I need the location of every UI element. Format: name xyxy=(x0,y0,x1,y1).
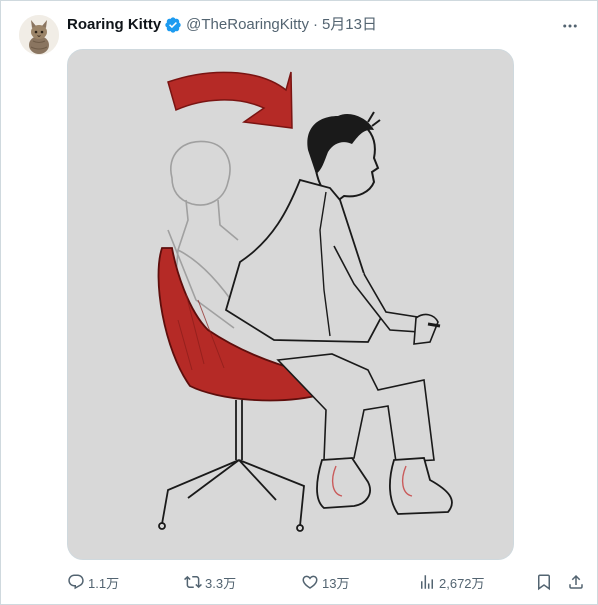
heart-icon xyxy=(302,575,318,589)
tweet-media-image[interactable] xyxy=(67,49,514,560)
author-handle[interactable]: @TheRoaringKitty xyxy=(186,15,309,35)
reply-count: 1.1万 xyxy=(88,575,120,591)
tweet-header: Roaring Kitty @TheRoaringKitty · 5月13日 xyxy=(67,14,377,36)
retweet-count: 3.3万 xyxy=(205,575,237,591)
chair-drawing-illustration xyxy=(68,50,513,559)
bookmark-icon xyxy=(538,574,550,591)
views-button[interactable]: 2,672万 xyxy=(418,571,485,593)
retweet-button[interactable]: 3.3万 xyxy=(184,571,236,593)
reply-icon xyxy=(68,574,84,590)
share-upload-icon xyxy=(569,574,583,589)
kitten-avatar-icon xyxy=(19,15,59,55)
like-button[interactable]: 13万 xyxy=(301,571,349,593)
display-name[interactable]: Roaring Kitty xyxy=(67,15,161,35)
separator-dot: · xyxy=(312,16,318,33)
like-count: 13万 xyxy=(322,575,350,591)
retweet-icon xyxy=(184,575,202,589)
bar-chart-icon xyxy=(421,575,433,589)
bookmark-button[interactable] xyxy=(535,571,556,593)
more-dots-icon xyxy=(563,24,577,28)
tweet-date[interactable]: 5月13日 xyxy=(322,15,377,35)
more-options-button[interactable] xyxy=(559,15,581,37)
tweet-card[interactable]: Roaring Kitty @TheRoaringKitty · 5月13日 1… xyxy=(0,0,598,605)
verified-badge-icon xyxy=(165,17,181,33)
avatar[interactable] xyxy=(19,15,59,55)
view-count: 2,672万 xyxy=(439,575,485,591)
share-button[interactable] xyxy=(567,571,588,593)
tweet-actions-bar: 1.1万 3.3万 13万 2,672万 xyxy=(67,571,585,593)
reply-button[interactable]: 1.1万 xyxy=(67,571,119,593)
